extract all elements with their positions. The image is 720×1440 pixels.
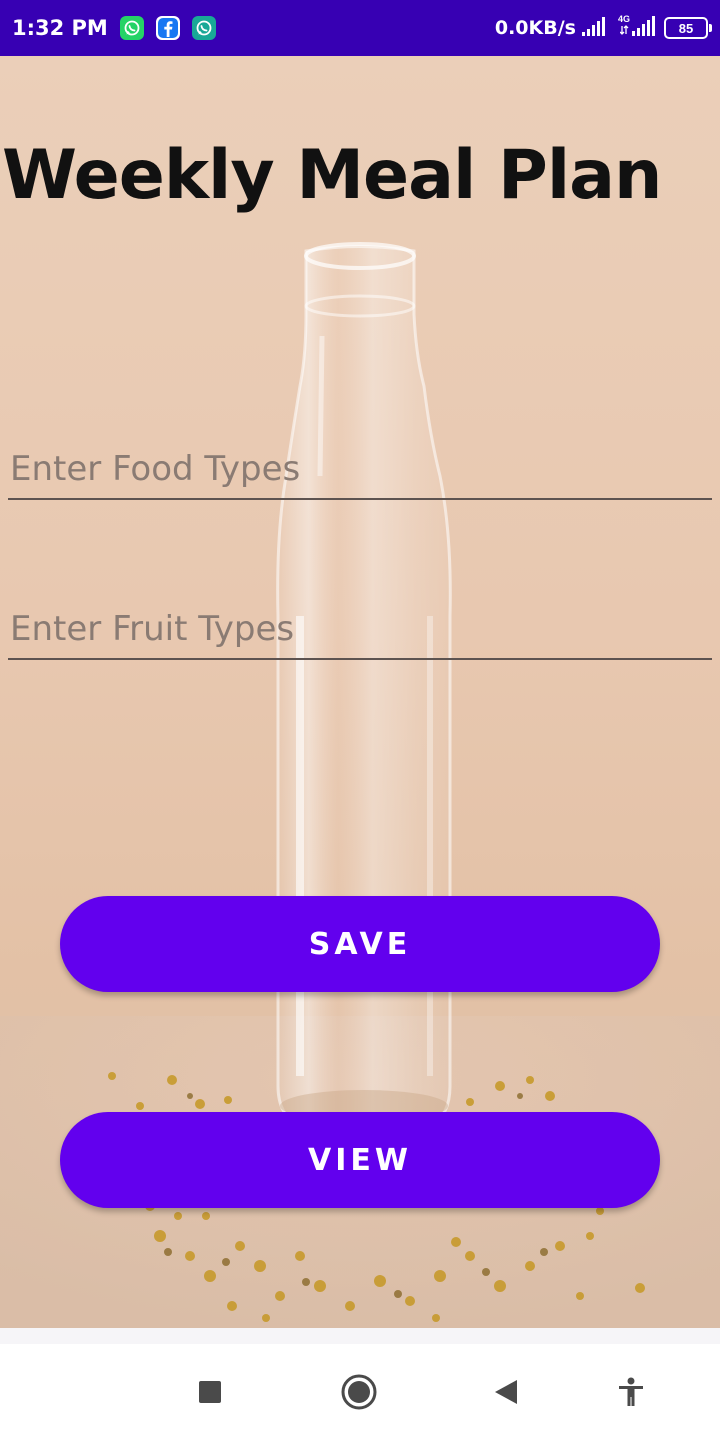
main-content: Weekly Meal Plan SAVE VIEW	[0, 56, 720, 1328]
status-time: 1:32 PM	[12, 16, 108, 40]
battery-icon: 85	[664, 17, 712, 39]
save-button[interactable]: SAVE	[60, 896, 660, 992]
status-bar: 1:32 PM 0.0KB/s 4G 85	[0, 0, 720, 56]
accessibility-icon[interactable]	[607, 1368, 655, 1416]
recent-apps-icon[interactable]	[186, 1368, 234, 1416]
status-indicators: 0.0KB/s 4G 85	[494, 14, 712, 41]
app-screen: 1:32 PM 0.0KB/s 4G 85 Weekly Meal Plan E…	[0, 0, 720, 1440]
back-icon[interactable]	[482, 1368, 530, 1416]
signal-icon	[581, 16, 608, 41]
network-type-label: 4G	[617, 14, 630, 24]
nav-divider	[0, 1328, 720, 1344]
food-types-input[interactable]	[8, 440, 712, 500]
battery-level: 85	[678, 20, 694, 36]
network-speed: 0.0KB/s	[494, 17, 576, 39]
view-button[interactable]: VIEW	[60, 1112, 660, 1208]
system-nav-bar	[0, 1344, 720, 1440]
facebook-icon	[155, 16, 180, 40]
whatsapp-icon	[119, 16, 144, 40]
page-title: Weekly Meal Plan	[2, 136, 662, 215]
home-icon[interactable]	[335, 1368, 383, 1416]
fruit-types-input[interactable]	[8, 600, 712, 660]
whatsapp-business-icon	[191, 16, 216, 40]
